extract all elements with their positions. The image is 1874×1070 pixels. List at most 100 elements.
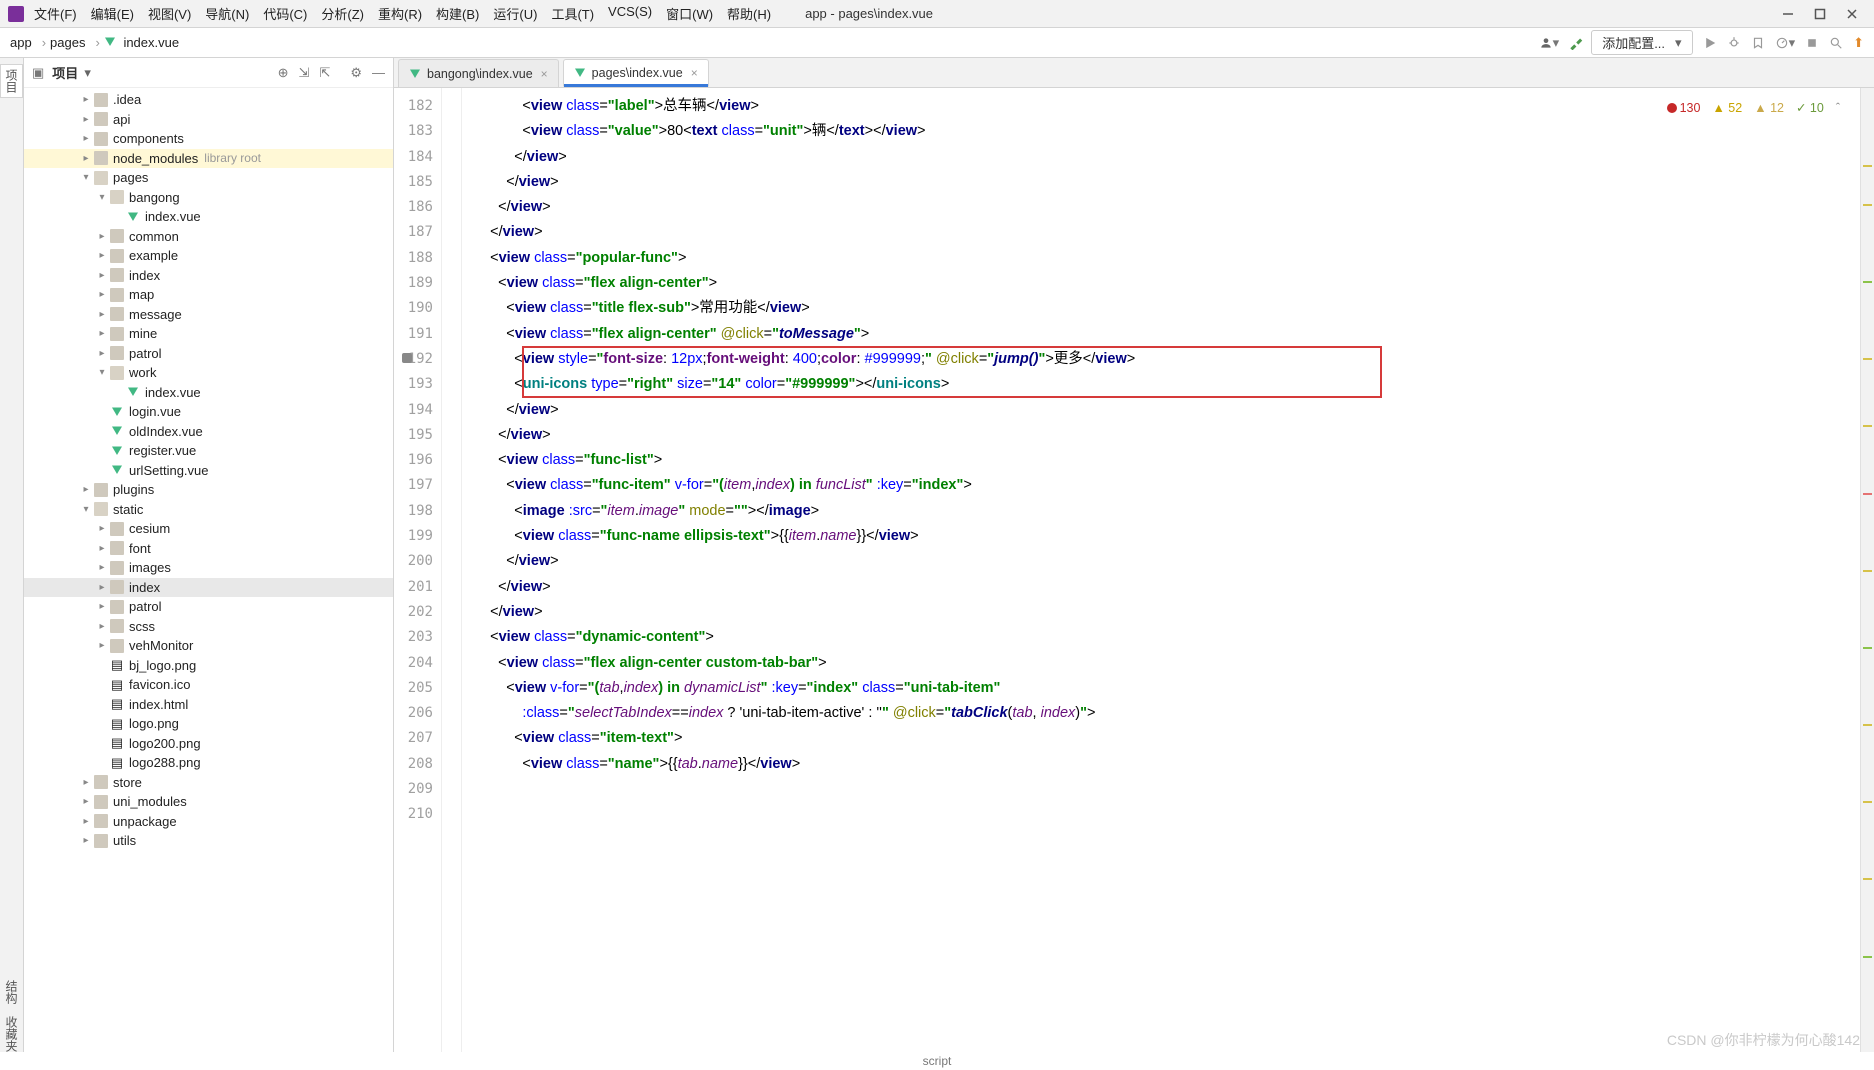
expand-arrow-icon[interactable]: ▸	[80, 94, 92, 105]
breadcrumb-root[interactable]: app	[10, 35, 32, 50]
editor-tab[interactable]: bangong\index.vue×	[398, 59, 559, 87]
expand-arrow-icon[interactable]: ▸	[80, 484, 92, 495]
locate-icon[interactable]: ⊕	[278, 65, 289, 81]
tree-row[interactable]: ▸vehMonitor	[24, 636, 393, 656]
coverage-icon[interactable]	[1751, 36, 1765, 50]
tree-row[interactable]: ▸map	[24, 285, 393, 305]
tree-row[interactable]: ▸message	[24, 305, 393, 325]
code-line[interactable]: </view>	[474, 195, 1860, 220]
breadcrumb-folder[interactable]: pages	[50, 35, 85, 50]
menu-item[interactable]: 运行(U)	[493, 4, 537, 23]
code-line[interactable]: <view class="label">总车辆</view>	[474, 94, 1860, 119]
hide-icon[interactable]: —	[372, 65, 385, 80]
favorites-tool-tab[interactable]: 收藏夹	[3, 1016, 20, 1052]
expand-arrow-icon[interactable]: ▸	[96, 543, 108, 554]
user-icon[interactable]: ▾	[1539, 35, 1560, 51]
code-line[interactable]: <view class="flex align-center custom-ta…	[474, 651, 1860, 676]
tree-row[interactable]: ▤favicon.ico	[24, 675, 393, 695]
tree-row[interactable]: ▸node_moduleslibrary root	[24, 149, 393, 169]
menu-item[interactable]: 代码(C)	[263, 4, 307, 23]
code-line[interactable]: <view class="func-item" v-for="(item,ind…	[474, 473, 1860, 498]
menu-item[interactable]: VCS(S)	[608, 4, 652, 23]
expand-arrow-icon[interactable]: ▸	[96, 231, 108, 242]
tree-row[interactable]: ▾pages	[24, 168, 393, 188]
expand-arrow-icon[interactable]: ▸	[80, 114, 92, 125]
code-line[interactable]: <view class="item-text">	[474, 726, 1860, 751]
code-line[interactable]: </view>	[474, 575, 1860, 600]
profile-icon[interactable]: ▾	[1775, 35, 1796, 51]
fold-gutter[interactable]	[442, 88, 462, 1052]
tree-row[interactable]: ▸cesium	[24, 519, 393, 539]
close-icon[interactable]: ×	[541, 67, 548, 81]
menu-item[interactable]: 导航(N)	[205, 4, 249, 23]
expand-arrow-icon[interactable]: ▸	[80, 816, 92, 827]
code-line[interactable]: <view class="func-list">	[474, 448, 1860, 473]
tree-row[interactable]: login.vue	[24, 402, 393, 422]
menu-item[interactable]: 编辑(E)	[91, 4, 134, 23]
code-line[interactable]: </view>	[474, 170, 1860, 195]
inspection-overlay[interactable]: 130 ▲ 52 ▲ 12 ✓ 10 ˆ	[1663, 94, 1844, 123]
expand-arrow-icon[interactable]: ▾	[96, 367, 108, 378]
expand-arrow-icon[interactable]: ▾	[96, 192, 108, 203]
menu-item[interactable]: 工具(T)	[551, 4, 594, 23]
breadcrumb-file[interactable]: index.vue	[104, 35, 179, 50]
tree-row[interactable]: index.vue	[24, 383, 393, 403]
tree-row[interactable]: ▸uni_modules	[24, 792, 393, 812]
tree-row[interactable]: ▸scss	[24, 617, 393, 637]
tree-row[interactable]: register.vue	[24, 441, 393, 461]
stop-icon[interactable]	[1805, 36, 1819, 50]
code-line[interactable]: <view v-for="(tab,index) in dynamicList"…	[474, 676, 1860, 701]
code-line[interactable]: <view class="popular-func">	[474, 246, 1860, 271]
close-icon[interactable]: ×	[691, 66, 698, 80]
sidebar-title[interactable]: 项目	[52, 63, 91, 82]
line-gutter[interactable]: 182 183 184 185 186 187 188 189 190 191 …	[394, 88, 442, 1052]
code-line[interactable]: <view style="font-size: 12px;font-weight…	[474, 347, 1860, 372]
expand-arrow-icon[interactable]: ▸	[96, 250, 108, 261]
expand-arrow-icon[interactable]: ▸	[80, 133, 92, 144]
tree-row[interactable]: ▸images	[24, 558, 393, 578]
update-icon[interactable]: ⬆	[1853, 35, 1864, 51]
expand-arrow-icon[interactable]: ▸	[96, 328, 108, 339]
editor-tab[interactable]: pages\index.vue×	[563, 59, 709, 87]
tree-row[interactable]: ▤logo288.png	[24, 753, 393, 773]
tree-row[interactable]: urlSetting.vue	[24, 461, 393, 481]
tree-row[interactable]: ▾static	[24, 500, 393, 520]
bookmark-icon[interactable]	[402, 353, 412, 363]
tree-row[interactable]: ▸store	[24, 773, 393, 793]
settings-gear-icon[interactable]: ⚙	[350, 65, 362, 81]
code-line[interactable]: <view class="name">{{tab.name}}</view>	[474, 752, 1860, 777]
expand-arrow-icon[interactable]: ▸	[96, 562, 108, 573]
tree-row[interactable]: ▸patrol	[24, 344, 393, 364]
debug-icon[interactable]	[1727, 36, 1741, 50]
tree-row[interactable]: ▸index	[24, 578, 393, 598]
tree-row[interactable]: ▸components	[24, 129, 393, 149]
code-line[interactable]: </view>	[474, 220, 1860, 245]
code-line[interactable]: <view class="flex align-center">	[474, 271, 1860, 296]
expand-arrow-icon[interactable]: ▸	[96, 640, 108, 651]
tree-row[interactable]: ▤bj_logo.png	[24, 656, 393, 676]
expand-arrow-icon[interactable]: ▸	[80, 153, 92, 164]
status-context[interactable]: script	[923, 1054, 952, 1068]
tree-row[interactable]: oldIndex.vue	[24, 422, 393, 442]
tree-row[interactable]: ▸.idea	[24, 90, 393, 110]
project-tool-tab[interactable]: 项目	[0, 64, 23, 98]
tree-row[interactable]: ▸utils	[24, 831, 393, 851]
tree-row[interactable]: ▤logo200.png	[24, 734, 393, 754]
expand-arrow-icon[interactable]: ▸	[96, 270, 108, 281]
chevron-up-icon[interactable]: ˆ	[1836, 96, 1840, 121]
expand-arrow-icon[interactable]: ▸	[80, 796, 92, 807]
tree-row[interactable]: ▸unpackage	[24, 812, 393, 832]
tree-row[interactable]: index.vue	[24, 207, 393, 227]
tree-row[interactable]: ▸index	[24, 266, 393, 286]
code-line[interactable]: <view class="flex align-center" @click="…	[474, 322, 1860, 347]
expand-arrow-icon[interactable]: ▸	[96, 523, 108, 534]
expand-arrow-icon[interactable]: ▸	[96, 601, 108, 612]
collapse-all-icon[interactable]: ⇱	[319, 65, 330, 81]
run-icon[interactable]	[1703, 36, 1717, 50]
tree-row[interactable]: ▸font	[24, 539, 393, 559]
code-line[interactable]: </view>	[474, 398, 1860, 423]
expand-arrow-icon[interactable]: ▸	[80, 777, 92, 788]
menu-item[interactable]: 文件(F)	[34, 4, 77, 23]
menu-item[interactable]: 窗口(W)	[666, 4, 713, 23]
expand-arrow-icon[interactable]: ▸	[80, 835, 92, 846]
